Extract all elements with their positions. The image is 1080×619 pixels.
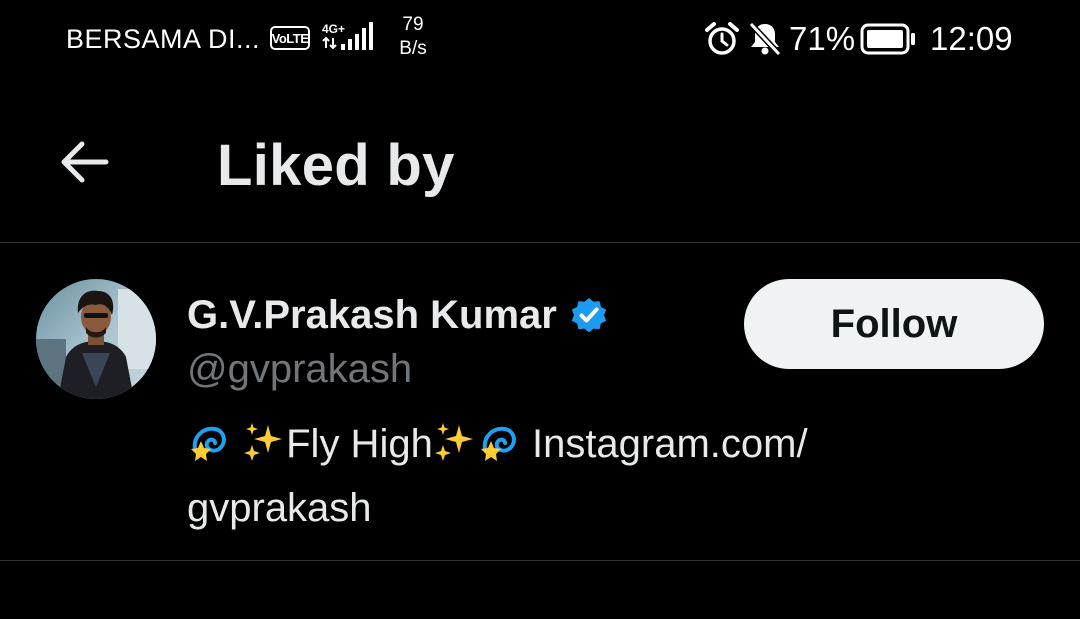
clock: 12:09 <box>930 20 1013 57</box>
status-bar: BERSAMA DI... VoLTE 4G+ 79 B/s 71% 12:09 <box>0 0 1080 80</box>
network-speed-value: 79 <box>402 14 424 35</box>
top-app-bar: Liked by <box>0 80 1080 243</box>
volte-icon: VoLTE <box>270 26 310 50</box>
network-speed: 79 B/s <box>390 13 436 61</box>
bio-line-1: Fly High Instagram.com/ <box>187 415 947 479</box>
user-handle: @gvprakash <box>187 347 413 391</box>
verified-badge-icon <box>569 296 609 336</box>
network-speed-unit: B/s <box>399 38 427 59</box>
display-name-row: G.V.Prakash Kumar <box>187 293 609 338</box>
follow-button[interactable]: Follow <box>744 279 1044 369</box>
user-bio: Fly High Instagram.com/ gvprakash <box>187 415 947 537</box>
mute-icon <box>748 21 782 62</box>
back-button[interactable] <box>48 126 120 198</box>
bio-text-fly-high: Fly High <box>286 422 433 466</box>
dizzy-emoji-icon <box>477 419 521 479</box>
sparkles-emoji-icon <box>433 419 477 479</box>
arrow-left-icon <box>61 141 109 183</box>
page-title: Liked by <box>217 133 455 198</box>
display-name[interactable]: G.V.Prakash Kumar <box>187 293 557 338</box>
carrier-name: BERSAMA DI... <box>66 24 261 54</box>
bio-link-instagram[interactable]: Instagram.com/ <box>532 422 808 466</box>
alarm-icon <box>704 21 740 62</box>
battery-percent: 71% <box>789 20 856 57</box>
signal-icon: 4G+ <box>322 22 380 59</box>
user-list-item[interactable]: G.V.Prakash Kumar @gvprakash Follow Fly … <box>0 243 1080 561</box>
bio-line-2[interactable]: gvprakash <box>187 479 947 537</box>
network-type-label: 4G+ <box>322 22 345 36</box>
dizzy-emoji-icon <box>187 419 231 479</box>
battery-icon <box>860 23 918 60</box>
sparkles-emoji-icon <box>242 419 286 479</box>
avatar[interactable] <box>36 279 156 399</box>
